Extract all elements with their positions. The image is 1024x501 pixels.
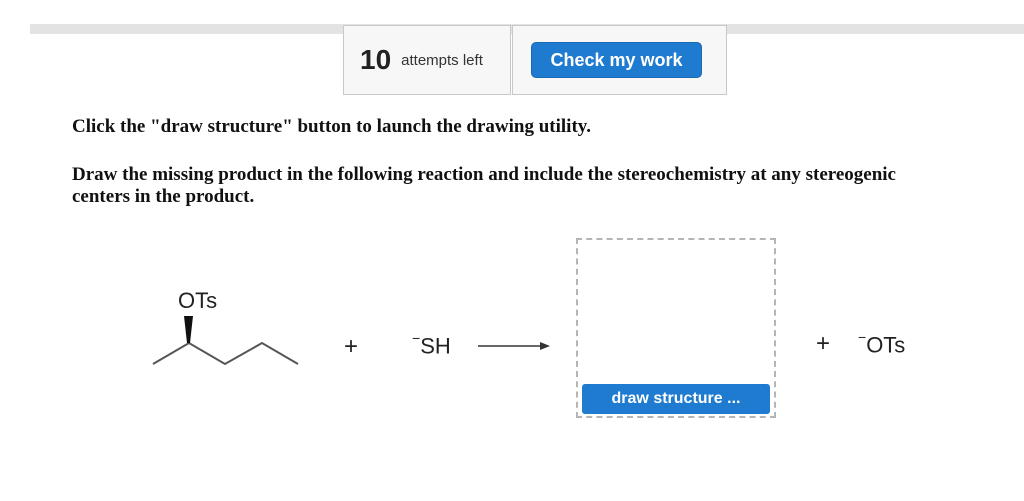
nucleophile-label: −SH xyxy=(412,330,451,359)
reactant-skeleton xyxy=(152,341,299,366)
leaving-group-label: −OTs xyxy=(858,329,906,358)
wedge-bond xyxy=(184,316,193,343)
leaving-group-charge: − xyxy=(858,329,867,345)
nucleophile-charge: − xyxy=(412,330,421,346)
plus-sign-2: + xyxy=(816,330,831,357)
reactant-ots-label: OTs xyxy=(178,288,218,313)
leaving-group-text: OTs xyxy=(866,332,906,358)
nucleophile-text: SH xyxy=(420,333,451,359)
reaction-arrow-head xyxy=(540,342,550,350)
plus-sign-1: + xyxy=(344,333,359,360)
reaction-svg xyxy=(152,316,550,366)
reaction-scheme: OTs + −SH draw structure ... + −OTs xyxy=(0,0,1024,501)
draw-structure-button[interactable]: draw structure ... xyxy=(582,384,770,414)
